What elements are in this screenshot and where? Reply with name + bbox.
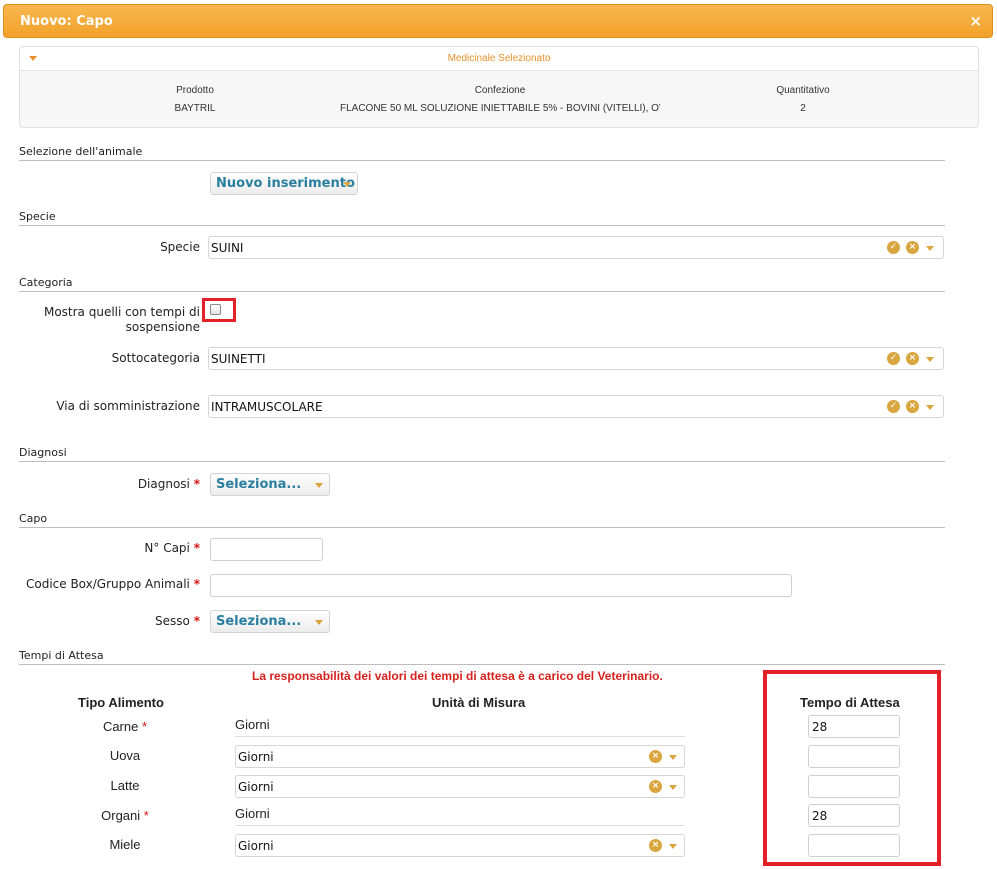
chevron-down-icon[interactable] — [926, 405, 934, 410]
codice-box-label: Codice Box/Gruppo Animali * — [20, 577, 200, 592]
prodotto-value: BAYTRIL — [174, 103, 216, 114]
check-icon[interactable]: ✓ — [887, 241, 900, 254]
tipo-latte-text: Latte — [110, 778, 140, 793]
quantitativo-label: Quantitativo — [776, 85, 830, 96]
tipo-uova: Uova — [65, 748, 185, 763]
required-marker: * — [143, 808, 149, 823]
chevron-down-icon[interactable] — [926, 357, 934, 362]
chevron-down-icon[interactable] — [669, 844, 677, 849]
chevron-down-icon — [315, 483, 323, 488]
tipo-miele: Miele — [65, 837, 185, 852]
prodotto-label: Prodotto — [176, 85, 214, 96]
dialog-title: Nuovo: Capo — [20, 14, 113, 29]
nuovo-inserimento-label: Nuovo inserimento — [216, 176, 355, 191]
check-icon[interactable]: ✓ — [887, 400, 900, 413]
medicinale-prodotto: Prodotto BAYTRIL — [140, 85, 250, 114]
section-tempi: Tempi di Attesa — [19, 649, 945, 665]
tipo-organi: Organi * — [65, 808, 185, 823]
sesso-label: Sesso * — [20, 614, 200, 629]
diagnosi-value: Seleziona... — [216, 477, 302, 492]
tipo-carne-text: Carne — [102, 719, 139, 734]
tipo-miele-text: Miele — [109, 837, 141, 852]
check-icon[interactable]: ✓ — [887, 352, 900, 365]
ncapi-label: N° Capi * — [20, 541, 200, 556]
required-marker: * — [193, 541, 200, 555]
tipo-carne: Carne * — [65, 719, 185, 734]
tipo-organi-text: Organi — [101, 808, 141, 823]
tempo-attesa-highlight — [763, 670, 941, 866]
sesso-label-text: Sesso — [155, 614, 190, 628]
unita-uova-combo[interactable]: Giorni × — [235, 745, 685, 768]
unita-latte-combo[interactable]: Giorni × — [235, 775, 685, 798]
codice-box-label-text: Codice Box/Gruppo Animali — [25, 577, 190, 591]
clear-icon[interactable]: × — [906, 400, 919, 413]
required-marker: * — [193, 477, 200, 491]
required-marker: * — [193, 614, 200, 628]
clear-icon[interactable]: × — [906, 352, 919, 365]
clear-icon[interactable]: × — [649, 839, 662, 852]
ncapi-label-text: N° Capi — [144, 541, 190, 555]
chevron-down-icon[interactable] — [926, 246, 934, 251]
sottocategoria-combo[interactable]: SUINETTI ✓ × — [208, 347, 944, 370]
mostra-sospensione-checkbox[interactable] — [210, 304, 221, 315]
confezione-value: FLACONE 50 ML SOLUZIONE INIETTABILE 5% -… — [340, 103, 660, 114]
required-marker: * — [193, 577, 200, 591]
medicinale-quantitativo: Quantitativo 2 — [753, 85, 853, 114]
sottocategoria-label: Sottocategoria — [111, 351, 200, 365]
unita-miele-value: Giorni — [238, 839, 274, 853]
section-categoria: Categoria — [19, 276, 945, 292]
diagnosi-select[interactable]: Seleziona... — [210, 473, 330, 496]
col-tipo-alimento: Tipo Alimento — [78, 695, 164, 710]
chevron-down-icon — [315, 620, 323, 625]
chevron-down-icon[interactable] — [669, 785, 677, 790]
unita-miele-combo[interactable]: Giorni × — [235, 834, 685, 857]
mostra-sospensione-label: Mostra quelli con tempi di sospensione — [20, 305, 200, 335]
close-icon[interactable]: × — [969, 12, 982, 30]
section-animale: Selezione dell'animale — [19, 145, 945, 161]
col-unita-misura: Unità di Misura — [432, 695, 526, 710]
section-specie: Specie — [19, 210, 945, 226]
specie-label: Specie — [160, 240, 200, 254]
sesso-select[interactable]: Seleziona... — [210, 610, 330, 633]
specie-combo[interactable]: SUINI ✓ × — [208, 236, 944, 259]
mostra-sospensione-label-line1: Mostra quelli con tempi di — [43, 305, 200, 319]
diagnosi-label-text: Diagnosi — [137, 477, 190, 491]
mostra-sospensione-label-line2: sospensione — [125, 320, 200, 334]
tempi-warning: La responsabilità dei valori dei tempi d… — [252, 669, 663, 683]
confezione-label: Confezione — [474, 85, 526, 96]
tipo-latte: Latte — [65, 778, 185, 793]
dialog-titlebar: Nuovo: Capo × — [3, 4, 993, 38]
tipo-uova-text: Uova — [109, 748, 141, 763]
quantitativo-value: 2 — [800, 103, 806, 114]
unita-uova-value: Giorni — [238, 750, 274, 764]
medicinale-panel-title: Medicinale Selezionato — [447, 53, 551, 64]
specie-value: SUINI — [211, 241, 244, 255]
via-somministrazione-label: Via di somministrazione — [56, 399, 200, 413]
chevron-down-icon — [343, 182, 351, 187]
clear-icon[interactable]: × — [906, 241, 919, 254]
medicinale-confezione: Confezione FLACONE 50 ML SOLUZIONE INIET… — [340, 85, 660, 114]
chevron-down-icon[interactable] — [669, 755, 677, 760]
section-diagnosi: Diagnosi — [19, 446, 945, 462]
unita-organi: Giorni — [235, 805, 685, 826]
via-somministrazione-combo[interactable]: INTRAMUSCOLARE ✓ × — [208, 395, 944, 418]
sottocategoria-value: SUINETTI — [211, 352, 266, 366]
mostra-sospensione-highlight — [202, 298, 236, 322]
sesso-value: Seleziona... — [216, 614, 302, 629]
ncapi-input[interactable] — [210, 538, 323, 561]
clear-icon[interactable]: × — [649, 780, 662, 793]
unita-latte-value: Giorni — [238, 780, 274, 794]
diagnosi-label: Diagnosi * — [20, 477, 200, 492]
required-marker: * — [141, 719, 148, 734]
medicinale-panel-header[interactable]: Medicinale Selezionato — [20, 47, 978, 71]
via-somministrazione-value: INTRAMUSCOLARE — [211, 400, 323, 414]
codice-box-input[interactable] — [210, 574, 792, 597]
clear-icon[interactable]: × — [649, 750, 662, 763]
section-capo: Capo — [19, 512, 945, 528]
medicinale-panel: Medicinale Selezionato Prodotto BAYTRIL … — [19, 46, 979, 128]
unita-carne: Giorni — [235, 716, 685, 737]
nuovo-inserimento-button[interactable]: Nuovo inserimento — [210, 172, 358, 195]
